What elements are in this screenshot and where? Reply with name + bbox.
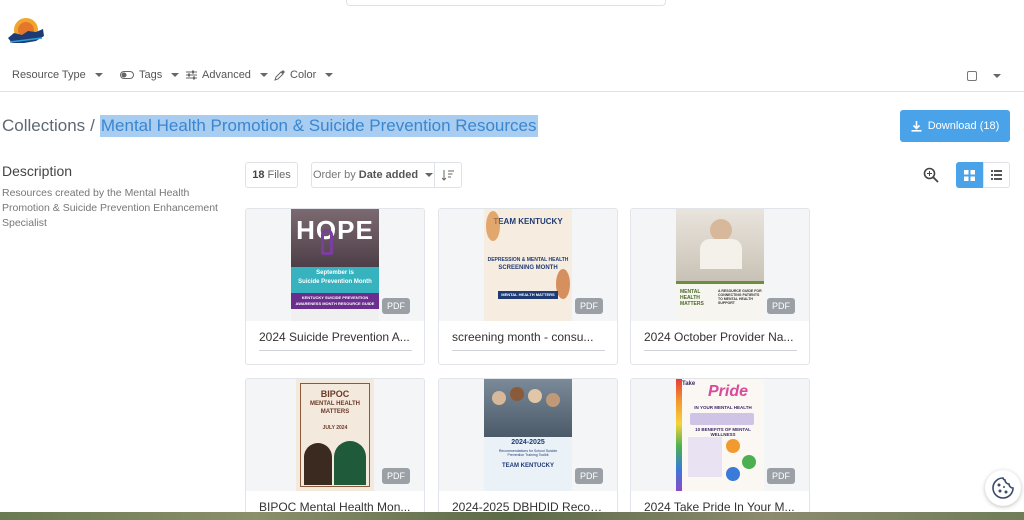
thumbnail: Take Pride IN YOUR MENTAL HEALTH 10 BENE… (631, 379, 809, 491)
breadcrumb-collections-link[interactable]: Collections (2, 116, 85, 136)
resource-card[interactable]: Take Pride IN YOUR MENTAL HEALTH 10 BENE… (630, 378, 810, 520)
divider (452, 350, 605, 351)
tags-label: Tags (139, 69, 163, 81)
advanced-filter[interactable]: Advanced (186, 69, 268, 81)
chevron-down-icon (171, 73, 180, 77)
top-search-bar[interactable] (346, 0, 666, 6)
poster-preview: Take Pride IN YOUR MENTAL HEALTH 10 BENE… (676, 379, 764, 491)
advanced-label: Advanced (202, 69, 251, 81)
grid-icon (964, 169, 975, 181)
breadcrumb-separator: / (90, 116, 95, 135)
resource-type-label: Resource Type (12, 69, 86, 81)
poster-preview: TEAM KENTUCKY DEPRESSION & MENTAL HEALTH… (484, 209, 572, 321)
resource-card[interactable]: HOPE September is Suicide Prevention Mon… (245, 208, 425, 365)
thumbnail: BIPOC MENTAL HEALTH MATTERS JULY 2024 PD… (246, 379, 424, 491)
file-type-badge: PDF (575, 298, 603, 314)
toggle-icon (120, 71, 134, 79)
poster-preview: 2024-2025 Recommendations for School Sui… (484, 379, 572, 491)
download-icon (911, 120, 922, 132)
poster-text: JULY 2024 (322, 425, 348, 431)
poster-preview: BIPOC MENTAL HEALTH MATTERS JULY 2024 (296, 379, 374, 491)
search-button[interactable] (920, 164, 942, 186)
poster-text: Pride (707, 383, 748, 400)
order-by-value: Date added (358, 169, 419, 181)
poster-text: Suicide Prevention Month (298, 279, 372, 285)
poster-text: MENTAL HEALTH MATTERS (680, 289, 704, 307)
file-type-badge: PDF (575, 468, 603, 484)
poster-preview: MENTAL HEALTH MATTERS A RESOURCE GUIDE F… (676, 209, 764, 321)
poster-text: 10 BENEFITS OF MENTAL WELLNESS (695, 427, 751, 437)
cookie-settings-button[interactable] (985, 470, 1021, 506)
poster-preview: HOPE September is Suicide Prevention Mon… (291, 209, 379, 321)
poster-text: AWARENESS MONTH RESOURCE GUIDE (295, 301, 375, 306)
thumbnail: 2024-2025 Recommendations for School Sui… (439, 379, 617, 491)
card-title[interactable]: 2024 Suicide Prevention A... (259, 330, 412, 344)
poster-text: SCREENING MONTH (498, 265, 558, 271)
poster-text: BIPOC (320, 389, 350, 399)
file-type-badge: PDF (767, 468, 795, 484)
poster-text: September is (316, 270, 354, 276)
poster-text: MATTERS (320, 409, 350, 415)
card-title[interactable]: screening month - consu... (452, 330, 605, 344)
grid-view-button[interactable] (956, 162, 983, 188)
sliders-icon (186, 70, 197, 80)
download-label: Download (18) (927, 120, 1000, 132)
files-count-badge: 18 Files (245, 162, 298, 188)
resource-card[interactable]: 2024-2025 Recommendations for School Sui… (438, 378, 618, 520)
divider (644, 350, 797, 351)
poster-text: KENTUCKY SUICIDE PREVENTION (301, 295, 369, 300)
resource-card[interactable]: TEAM KENTUCKY DEPRESSION & MENTAL HEALTH… (438, 208, 618, 365)
kentucky-logo[interactable] (6, 16, 46, 50)
poster-text: DEPRESSION & MENTAL HEALTH (487, 257, 569, 263)
files-label: Files (267, 169, 291, 181)
eyedropper-icon (274, 69, 285, 81)
file-type-badge: PDF (382, 298, 410, 314)
list-icon (991, 170, 1002, 180)
chevron-down-icon (425, 173, 434, 177)
select-all-checkbox[interactable] (967, 71, 977, 81)
files-count: 18 (252, 169, 265, 181)
poster-text: 2024-2025 (511, 439, 545, 446)
order-by-prefix: Order by (312, 169, 356, 181)
poster-heading: HOPE (296, 215, 374, 245)
description-text: Resources created by the Mental Health P… (2, 187, 218, 229)
thumbnail: HOPE September is Suicide Prevention Mon… (246, 209, 424, 321)
download-button[interactable]: Download (18) (900, 110, 1010, 142)
chevron-down-icon (94, 73, 103, 77)
thumbnail: MENTAL HEALTH MATTERS A RESOURCE GUIDE F… (631, 209, 809, 321)
selection-menu-chevron-icon[interactable] (993, 74, 1001, 78)
thumbnail: TEAM KENTUCKY DEPRESSION & MENTAL HEALTH… (439, 209, 617, 321)
poster-brand: TEAM KENTUCKY (502, 463, 554, 469)
file-type-badge: PDF (382, 468, 410, 484)
color-label: Color (290, 69, 317, 81)
resource-type-filter[interactable]: Resource Type (12, 69, 103, 81)
sort-descending-icon (442, 170, 454, 181)
tags-filter[interactable]: Tags (120, 69, 180, 81)
chevron-down-icon (325, 73, 334, 77)
list-view-button[interactable] (983, 162, 1010, 188)
divider (259, 350, 412, 351)
page-title: Mental Health Promotion & Suicide Preven… (99, 115, 538, 137)
color-filter[interactable]: Color (274, 69, 334, 81)
resource-card[interactable]: BIPOC MENTAL HEALTH MATTERS JULY 2024 PD… (245, 378, 425, 520)
poster-text: A RESOURCE GUIDE FOR CONNECTING PATIENTS… (718, 289, 762, 305)
order-by-dropdown[interactable]: Order by Date added (311, 162, 435, 188)
search-icon (923, 167, 939, 183)
card-title[interactable]: 2024 October Provider Na... (644, 330, 797, 344)
breadcrumb: Collections / Mental Health Promotion & … (2, 115, 538, 137)
cookie-icon (992, 477, 1014, 499)
poster-text: Recommendations for School Suicide Preve… (498, 449, 558, 457)
poster-text: IN YOUR MENTAL HEALTH (694, 405, 752, 410)
poster-text: MENTAL HEALTH MATTERS (501, 292, 555, 297)
filter-bar: Resource Type Tags Advanced Color (0, 60, 1024, 92)
chevron-down-icon (259, 73, 268, 77)
resource-card[interactable]: MENTAL HEALTH MATTERS A RESOURCE GUIDE F… (630, 208, 810, 365)
poster-text: MENTAL HEALTH (310, 401, 360, 407)
background-image-strip (0, 512, 1024, 520)
description-heading: Description (2, 163, 73, 179)
sort-direction-button[interactable] (434, 162, 462, 188)
file-type-badge: PDF (767, 298, 795, 314)
